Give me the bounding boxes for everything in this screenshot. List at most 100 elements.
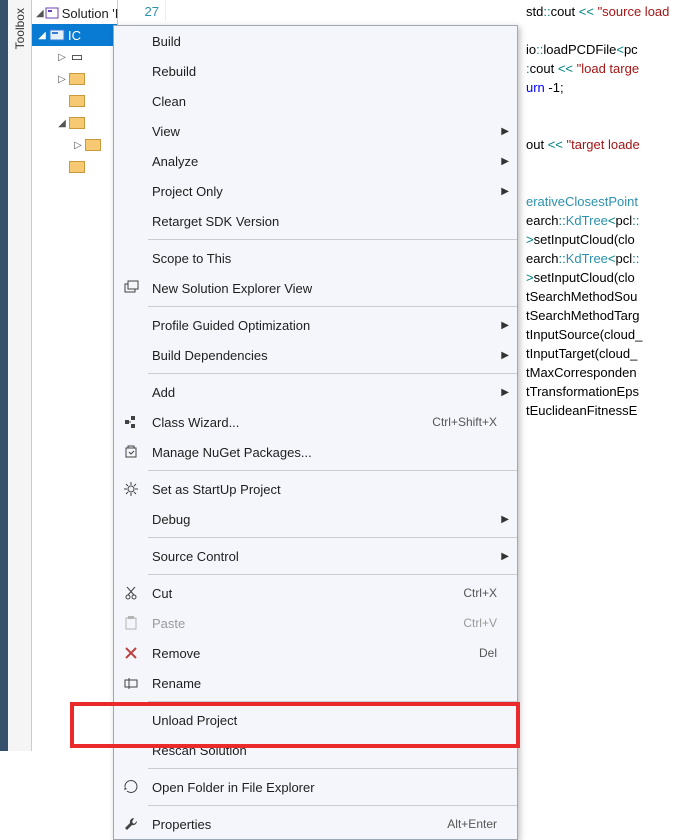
menu-item-shortcut: Del (479, 646, 517, 660)
menu-item-label: Rescan Solution (148, 743, 517, 758)
menu-item-new-solution-explorer-view[interactable]: New Solution Explorer View (114, 273, 517, 303)
caret-down-icon: ◢ (36, 30, 48, 41)
menu-item-label: Manage NuGet Packages... (148, 445, 517, 460)
menu-item-label: Remove (148, 646, 479, 661)
menu-item-label: Cut (148, 586, 463, 601)
menu-item-add[interactable]: Add▶ (114, 377, 517, 407)
cut-icon (114, 585, 148, 601)
menu-item-label: Analyze (148, 154, 517, 169)
submenu-arrow-icon: ▶ (501, 186, 509, 197)
solution-node[interactable]: ◢ Solution 'ICP' (1 project) (32, 2, 117, 24)
menu-item-shortcut: Alt+Enter (447, 817, 517, 831)
submenu-arrow-icon: ▶ (501, 350, 509, 361)
menu-item-label: New Solution Explorer View (148, 281, 517, 296)
menu-separator (148, 805, 517, 806)
project-icon (48, 27, 66, 43)
menu-separator (148, 574, 517, 575)
menu-item-clean[interactable]: Clean (114, 86, 517, 116)
menu-item-label: Build Dependencies (148, 348, 517, 363)
menu-item-set-as-startup-project[interactable]: Set as StartUp Project (114, 474, 517, 504)
menu-item-label: Paste (148, 616, 463, 631)
toolbox-tab[interactable]: Toolbox (8, 0, 32, 751)
gear-icon (114, 481, 148, 497)
solution-icon (44, 5, 60, 21)
wizard-icon (114, 414, 148, 430)
submenu-arrow-icon: ▶ (501, 514, 509, 525)
menu-item-source-control[interactable]: Source Control▶ (114, 541, 517, 571)
menu-item-rename[interactable]: Rename (114, 668, 517, 698)
wrench-icon (114, 816, 148, 832)
menu-item-label: Properties (148, 817, 447, 832)
solution-explorer: ◢ Solution 'ICP' (1 project) ◢ IC ▷▭ ▷ ◢… (32, 0, 118, 751)
remove-icon (114, 645, 148, 661)
menu-item-build[interactable]: Build (114, 26, 517, 56)
menu-item-view[interactable]: View▶ (114, 116, 517, 146)
menu-item-profile-guided-optimization[interactable]: Profile Guided Optimization▶ (114, 310, 517, 340)
folder-icon (68, 71, 86, 87)
caret-right-icon: ▷ (56, 52, 68, 63)
tree-item[interactable]: ◢ (52, 112, 117, 134)
menu-separator (148, 701, 517, 702)
menu-item-build-dependencies[interactable]: Build Dependencies▶ (114, 340, 517, 370)
tree-item[interactable] (52, 156, 117, 178)
menu-item-label: Retarget SDK Version (148, 214, 517, 229)
menu-item-manage-nuget-packages[interactable]: Manage NuGet Packages... (114, 437, 517, 467)
menu-separator (148, 306, 517, 307)
menu-item-label: Set as StartUp Project (148, 482, 517, 497)
menu-separator (148, 768, 517, 769)
menu-item-shortcut: Ctrl+V (463, 616, 517, 630)
line-number-gutter: 27 (118, 0, 166, 21)
menu-item-paste: PasteCtrl+V (114, 608, 517, 638)
window-accent-bar (0, 0, 8, 751)
menu-item-unload-project[interactable]: Unload Project (114, 705, 517, 735)
submenu-arrow-icon: ▶ (501, 320, 509, 331)
tree-item[interactable] (52, 90, 117, 112)
menu-item-rebuild[interactable]: Rebuild (114, 56, 517, 86)
toolbox-label: Toolbox (13, 8, 27, 49)
menu-separator (148, 373, 517, 374)
menu-item-label: Rename (148, 676, 517, 691)
caret-down-icon: ◢ (36, 8, 44, 19)
folder-icon (68, 93, 86, 109)
menu-item-cut[interactable]: CutCtrl+X (114, 578, 517, 608)
folder-icon (68, 115, 86, 131)
menu-separator (148, 239, 517, 240)
menu-item-label: Profile Guided Optimization (148, 318, 517, 333)
menu-item-properties[interactable]: PropertiesAlt+Enter (114, 809, 517, 839)
menu-separator (148, 537, 517, 538)
menu-item-class-wizard[interactable]: Class Wizard...Ctrl+Shift+X (114, 407, 517, 437)
menu-item-open-folder-in-file-explorer[interactable]: Open Folder in File Explorer (114, 772, 517, 802)
menu-item-remove[interactable]: RemoveDel (114, 638, 517, 668)
tree-item[interactable]: ▷ (52, 68, 117, 90)
tree-item[interactable]: ▷▭ (52, 46, 117, 68)
menu-item-label: Rebuild (148, 64, 517, 79)
submenu-arrow-icon: ▶ (501, 387, 509, 398)
paste-icon (114, 615, 148, 631)
caret-down-icon: ◢ (56, 118, 68, 129)
menu-item-label: Add (148, 385, 517, 400)
menu-item-retarget-sdk-version[interactable]: Retarget SDK Version (114, 206, 517, 236)
menu-item-analyze[interactable]: Analyze▶ (114, 146, 517, 176)
menu-item-label: View (148, 124, 517, 139)
open-icon (114, 779, 148, 795)
menu-item-shortcut: Ctrl+X (463, 586, 517, 600)
project-label: IC (68, 28, 81, 43)
menu-item-label: Project Only (148, 184, 517, 199)
menu-item-scope-to-this[interactable]: Scope to This (114, 243, 517, 273)
menu-item-label: Scope to This (148, 251, 517, 266)
caret-right-icon: ▷ (56, 74, 68, 85)
menu-item-debug[interactable]: Debug▶ (114, 504, 517, 534)
menu-item-shortcut: Ctrl+Shift+X (432, 415, 517, 429)
menu-item-project-only[interactable]: Project Only▶ (114, 176, 517, 206)
nuget-icon (114, 444, 148, 460)
submenu-arrow-icon: ▶ (501, 551, 509, 562)
project-node[interactable]: ◢ IC (32, 24, 117, 46)
menu-item-label: Build (148, 34, 517, 49)
tree-item[interactable]: ▷ (52, 134, 117, 156)
folder-icon (68, 159, 86, 175)
menu-item-rescan-solution[interactable]: Rescan Solution (114, 735, 517, 765)
rename-icon (114, 675, 148, 691)
submenu-arrow-icon: ▶ (501, 156, 509, 167)
menu-item-label: Class Wizard... (148, 415, 432, 430)
menu-item-label: Clean (148, 94, 517, 109)
